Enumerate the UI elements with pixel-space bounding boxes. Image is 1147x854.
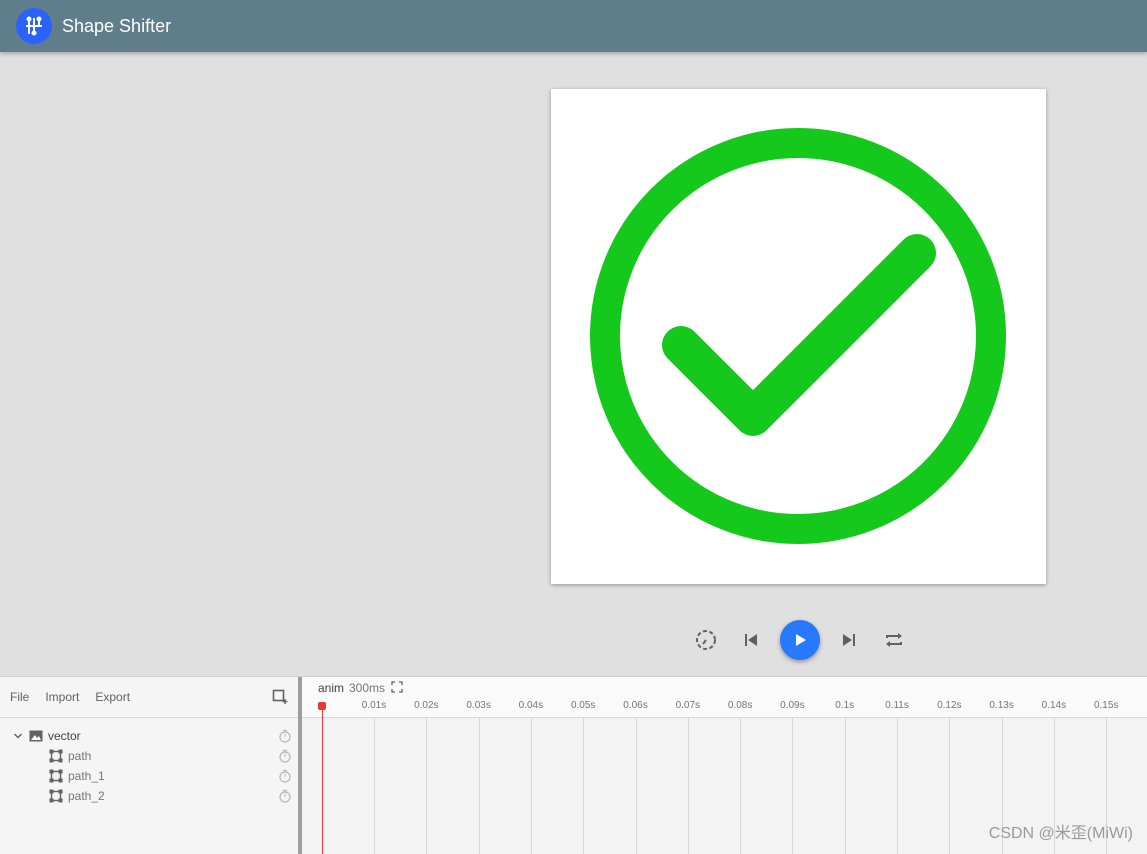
playback-controls (690, 620, 910, 660)
timeline-grid-line (530, 717, 532, 854)
app-toolbar: Shape Shifter (0, 0, 1147, 52)
layer-item-path-2[interactable]: path_2 (0, 786, 298, 806)
timeline-tick-label: 0.15s (1093, 700, 1119, 711)
timeline-grid-line (583, 717, 585, 854)
timeline-grid-line (844, 717, 846, 854)
path-layer-icon (49, 789, 63, 803)
export-menu-button[interactable]: Export (95, 690, 130, 704)
fullscreen-icon[interactable] (391, 681, 403, 693)
timeline-tick-label: 0.08s (727, 700, 753, 711)
stopwatch-icon[interactable] (278, 769, 292, 783)
timeline-header: anim 300ms 0.01s 0.02s 0.03s 0.04s 0.05s 0.06… (302, 677, 1147, 718)
timeline-tick-label: 0.12s (937, 700, 962, 711)
timeline-tick-label: 0.01s (361, 700, 387, 711)
stopwatch-icon[interactable] (278, 749, 292, 763)
play-button[interactable] (780, 620, 820, 660)
timeline-tick-label: 0.14s (1041, 700, 1067, 711)
chevron-down-icon[interactable] (13, 731, 23, 741)
timeline-tick-label: 0.05s (570, 700, 596, 711)
layer-label: path_2 (68, 789, 105, 803)
layer-item-vector[interactable]: vector (0, 726, 298, 746)
checkmark-circle-artwork (590, 128, 1006, 544)
timeline-tick-label: 0.11s (885, 700, 909, 711)
watermark: CSDN @米歪(MiWi) (988, 825, 1133, 842)
timeline-grid-line (949, 717, 951, 854)
layer-label: path_1 (68, 769, 105, 783)
vector-canvas[interactable] (551, 89, 1046, 584)
playback-speed-icon[interactable] (690, 624, 722, 656)
path-layer-icon (49, 769, 63, 783)
timeline-tick-label: 0.02s (414, 700, 439, 711)
layer-menu-bar: File Import Export (0, 677, 298, 718)
layer-label: path (68, 749, 92, 763)
timeline-tick-label: 0.13s (989, 700, 1014, 711)
timeline-grid-line (740, 717, 742, 854)
skip-to-end-icon[interactable] (833, 624, 865, 656)
shape-shifter-logo-icon[interactable] (16, 8, 52, 44)
timeline-tick-label: 0.04s (518, 700, 544, 711)
import-menu-button[interactable]: Import (45, 690, 79, 704)
path-layer-icon (49, 749, 63, 763)
timeline-grid-line (792, 717, 794, 854)
skip-to-start-icon[interactable] (735, 624, 767, 656)
animation-duration[interactable]: 300ms (349, 681, 385, 695)
layer-list-pane: File Import Export vector path path_1 pa… (0, 677, 298, 854)
timeline-playhead (322, 709, 323, 854)
timeline-tick-label: 0.09s (780, 700, 805, 711)
timeline-grid-line (374, 717, 375, 854)
play-icon (796, 634, 806, 646)
layer-item-path[interactable]: path (0, 746, 298, 766)
animation-name[interactable]: anim (318, 681, 344, 695)
stopwatch-icon[interactable] (278, 789, 292, 803)
timeline-grid-line (687, 717, 689, 854)
layer-label: vector (48, 729, 81, 743)
timeline-tick-label: 0.07s (675, 700, 701, 711)
repeat-icon[interactable] (878, 624, 910, 656)
timeline-grid-line (897, 717, 898, 854)
timeline-tick-label: 0.03s (466, 700, 491, 711)
bottom-panel: File Import Export vector path path_1 pa… (0, 676, 1147, 854)
add-layer-icon[interactable] (272, 689, 288, 705)
stopwatch-icon[interactable] (278, 729, 292, 743)
timeline-tick-label: 0.1s (835, 700, 855, 711)
timeline-grid-line (478, 717, 480, 854)
timeline-grid-line (426, 717, 428, 854)
app-title: Shape Shifter (62, 15, 172, 36)
file-menu-button[interactable]: File (10, 690, 29, 704)
timeline-tick-label: 0.06s (623, 700, 648, 711)
layer-item-path-1[interactable]: path_1 (0, 766, 298, 786)
playhead-handle[interactable] (318, 702, 326, 710)
image-layer-icon (29, 730, 43, 742)
timeline-grid-line (635, 717, 637, 854)
